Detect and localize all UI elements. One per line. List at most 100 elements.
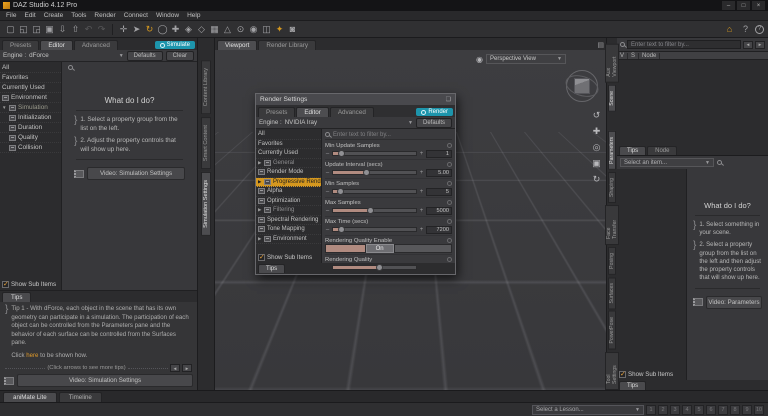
parameter-gear-icon[interactable] bbox=[447, 181, 452, 186]
dialog-tab-advanced[interactable]: Advanced bbox=[330, 107, 374, 117]
lesson-button-5[interactable]: 5 bbox=[694, 405, 704, 415]
column-selectable[interactable]: S bbox=[628, 53, 639, 59]
list-item-favorites[interactable]: Favorites bbox=[0, 73, 61, 83]
slider-track[interactable] bbox=[332, 170, 417, 175]
joint-editor-icon[interactable]: ⊙ bbox=[234, 23, 247, 36]
slider-thumb[interactable] bbox=[367, 207, 374, 214]
search-icon[interactable] bbox=[68, 65, 73, 70]
slider-track[interactable] bbox=[332, 208, 417, 213]
expand-arrow-icon[interactable]: ▼ bbox=[2, 105, 7, 110]
expand-arrow-icon[interactable]: ▶ bbox=[258, 179, 262, 185]
decrement-button[interactable]: – bbox=[325, 189, 330, 195]
tab-timeline[interactable]: Timeline bbox=[59, 392, 102, 402]
dock-icon[interactable]: ❏ bbox=[446, 96, 451, 103]
video-simulation-settings-button[interactable]: Video: Simulation Settings bbox=[87, 167, 185, 180]
geometry-editor-icon[interactable]: △ bbox=[221, 23, 234, 36]
chevron-down-icon[interactable]: ▼ bbox=[408, 120, 413, 126]
slider-thumb[interactable] bbox=[337, 188, 344, 195]
list-item-currently-used[interactable]: Currently Used bbox=[0, 83, 61, 93]
render-list-alpha[interactable]: Alpha bbox=[256, 187, 321, 197]
search-icon[interactable] bbox=[717, 160, 722, 165]
menu-help[interactable]: Help bbox=[183, 12, 204, 19]
show-sub-items-checkbox[interactable]: ✓ Show Sub Items bbox=[617, 369, 686, 380]
scene-tab-tips[interactable]: Tips bbox=[619, 146, 646, 155]
help-icon[interactable]: ? bbox=[755, 25, 764, 34]
dialog-tab-presets[interactable]: Presets bbox=[258, 107, 295, 117]
increment-button[interactable]: + bbox=[419, 208, 424, 214]
render-icon[interactable]: ◙ bbox=[286, 23, 299, 36]
orbit-view-icon[interactable]: ↺ bbox=[591, 110, 602, 121]
pane-options-icon[interactable]: ▤ bbox=[597, 41, 604, 49]
lesson-button-7[interactable]: 7 bbox=[718, 405, 728, 415]
tab-aux-viewport[interactable]: Aux Viewport bbox=[605, 44, 619, 83]
lesson-button-8[interactable]: 8 bbox=[730, 405, 740, 415]
dialog-title-bar[interactable]: Render Settings ❏ bbox=[256, 94, 455, 105]
increment-button[interactable]: + bbox=[419, 189, 424, 195]
slider-value[interactable]: 5000 bbox=[426, 207, 452, 215]
render-list-all[interactable]: All bbox=[256, 130, 321, 140]
expand-arrow-icon[interactable]: ▶ bbox=[258, 207, 262, 213]
scene-navigator-icon[interactable]: ✛ bbox=[117, 23, 130, 36]
render-button[interactable]: Render bbox=[416, 108, 453, 116]
menu-edit[interactable]: Edit bbox=[20, 12, 39, 19]
decrement-button[interactable]: – bbox=[325, 170, 330, 176]
frame-view-icon[interactable]: ▣ bbox=[591, 158, 602, 169]
whats-this-icon[interactable]: ? bbox=[739, 23, 752, 36]
view-cube[interactable] bbox=[566, 70, 598, 102]
increment-button[interactable]: + bbox=[419, 170, 424, 176]
menu-file[interactable]: File bbox=[2, 12, 20, 19]
parameters-tab-tips[interactable]: Tips bbox=[619, 381, 646, 390]
tab-tips[interactable]: Tips bbox=[2, 292, 31, 302]
camera-cycle-icon[interactable]: ◉ bbox=[476, 55, 483, 64]
here-link[interactable]: here bbox=[26, 352, 38, 359]
tab-face-transfer[interactable]: Face Transfer bbox=[605, 205, 619, 245]
render-list-favorites[interactable]: Favorites bbox=[256, 140, 321, 150]
tab-scene[interactable]: Scene bbox=[608, 85, 616, 112]
render-list-currently-used[interactable]: Currently Used bbox=[256, 149, 321, 159]
slider-thumb[interactable] bbox=[338, 150, 345, 157]
tab-editor[interactable]: Editor bbox=[40, 40, 72, 50]
parameter-gear-icon[interactable] bbox=[447, 257, 452, 262]
increment-button[interactable]: + bbox=[419, 227, 424, 233]
orbit-tool-icon[interactable]: ◯ bbox=[156, 23, 169, 36]
tab-surfaces[interactable]: Surfaces bbox=[608, 277, 616, 309]
menu-create[interactable]: Create bbox=[40, 12, 68, 19]
dialog-tab-tips[interactable]: Tips bbox=[258, 264, 285, 273]
slider-thumb[interactable] bbox=[338, 226, 345, 233]
open-recent-icon[interactable]: ◲ bbox=[30, 23, 43, 36]
minimize-button[interactable]: – bbox=[722, 1, 735, 10]
lesson-button-9[interactable]: 9 bbox=[742, 405, 752, 415]
daz-shop-icon[interactable]: ⌂ bbox=[723, 23, 736, 36]
filter-next-button[interactable]: ► bbox=[755, 41, 765, 49]
parameter-gear-icon[interactable] bbox=[447, 238, 452, 243]
export-icon[interactable]: ⇧ bbox=[69, 23, 82, 36]
show-sub-items-checkbox[interactable]: ✓ Show Sub Items bbox=[256, 252, 321, 263]
slider-track[interactable] bbox=[332, 265, 417, 270]
parameter-gear-icon[interactable] bbox=[447, 143, 452, 148]
maximize-button[interactable]: □ bbox=[737, 1, 750, 10]
parameter-gear-icon[interactable] bbox=[447, 219, 452, 224]
tab-viewport[interactable]: Viewport bbox=[217, 40, 257, 50]
video-parameters-button[interactable]: Video: Parameters bbox=[706, 296, 762, 309]
render-list-progressive-rendering[interactable]: ▶Progressive Rend... bbox=[256, 178, 321, 188]
render-list-spectral-rendering[interactable]: Spectral Rendering bbox=[256, 216, 321, 226]
menu-render[interactable]: Render bbox=[90, 12, 119, 19]
tab-parameters[interactable]: Parameters bbox=[608, 131, 616, 170]
tab-tool-settings[interactable]: Tool Settings bbox=[605, 352, 619, 390]
expand-arrow-icon[interactable]: ▶ bbox=[258, 236, 262, 242]
lesson-selector[interactable]: Select a Lesson... ▼ bbox=[532, 405, 644, 415]
filter-prev-button[interactable]: ◄ bbox=[743, 41, 753, 49]
next-tip-button[interactable]: ► bbox=[182, 364, 192, 372]
slider-track[interactable] bbox=[332, 189, 417, 194]
tab-content-library[interactable]: Content Library bbox=[201, 60, 211, 114]
camera-selector[interactable]: Perspective View ▼ bbox=[486, 54, 566, 64]
simulate-button[interactable]: Simulate bbox=[155, 41, 195, 49]
list-item-all[interactable]: All bbox=[0, 63, 61, 73]
scene-node-list[interactable] bbox=[617, 60, 768, 145]
scene-tab-node[interactable]: Node bbox=[647, 146, 677, 155]
list-item-collision[interactable]: Collision bbox=[0, 143, 61, 153]
toggle-on-button[interactable]: On bbox=[366, 244, 394, 253]
slider-value[interactable]: 1 bbox=[426, 150, 452, 158]
slider-thumb[interactable] bbox=[363, 169, 370, 176]
new-file-icon[interactable]: ▢ bbox=[4, 23, 17, 36]
